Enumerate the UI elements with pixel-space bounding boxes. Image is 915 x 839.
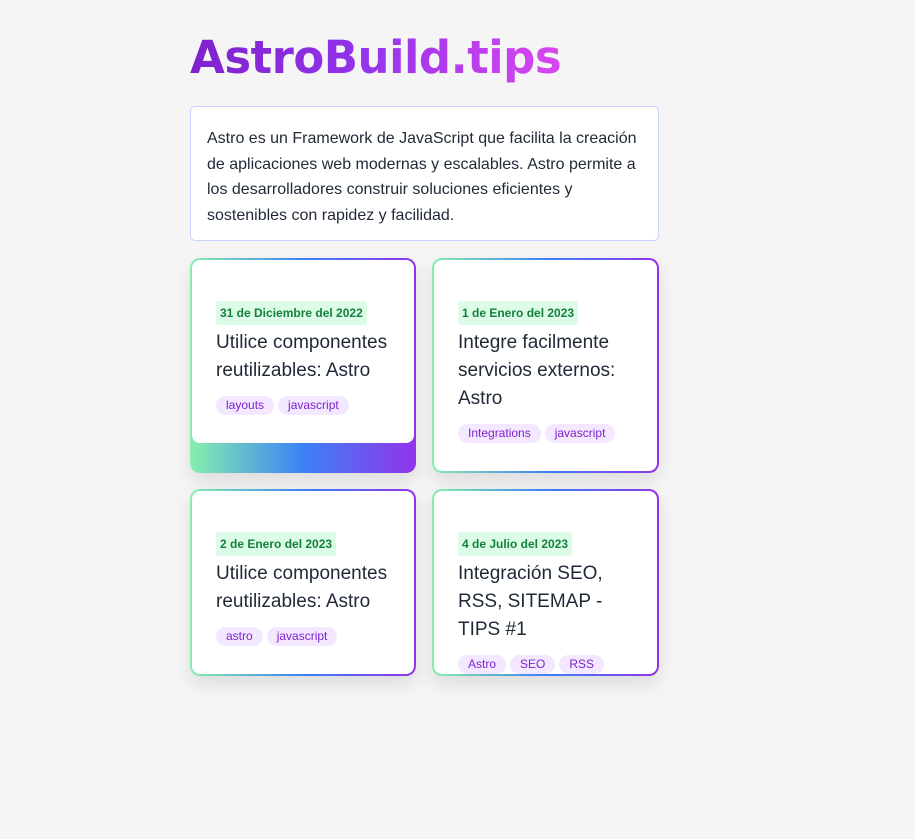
tag-pill[interactable]: Astro bbox=[458, 655, 507, 674]
post-date-badge: 31 de Diciembre del 2022 bbox=[216, 301, 367, 325]
post-date-badge: 4 de Julio del 2023 bbox=[458, 532, 573, 556]
tag-pill[interactable]: javascript bbox=[266, 627, 338, 646]
post-tags: astro javascript bbox=[216, 627, 390, 646]
post-title[interactable]: Integración SEO, RSS, SITEMAP - TIPS #1 bbox=[458, 560, 633, 644]
post-card[interactable]: 31 de Diciembre del 2022 Utilice compone… bbox=[190, 258, 416, 473]
tag-pill[interactable]: javascript bbox=[544, 424, 616, 443]
post-card[interactable]: 2 de Enero del 2023 Utilice componentes … bbox=[190, 489, 416, 676]
tag-pill[interactable]: RSS bbox=[559, 655, 605, 674]
site-title[interactable]: AstroBuild.tips bbox=[190, 30, 562, 86]
post-card-body: 2 de Enero del 2023 Utilice componentes … bbox=[192, 491, 414, 674]
tag-pill[interactable]: SEO bbox=[510, 655, 556, 674]
post-title[interactable]: Utilice componentes reutilizables: Astro bbox=[216, 560, 390, 616]
post-card[interactable]: 1 de Enero del 2023 Integre facilmente s… bbox=[432, 258, 659, 473]
post-tags: Astro SEO RSS bbox=[458, 655, 633, 674]
post-date-badge: 2 de Enero del 2023 bbox=[216, 532, 337, 556]
tag-pill[interactable]: astro bbox=[216, 627, 263, 646]
post-date-badge: 1 de Enero del 2023 bbox=[458, 301, 579, 325]
tag-pill[interactable]: Integrations bbox=[458, 424, 541, 443]
post-card-body: 4 de Julio del 2023 Integración SEO, RSS… bbox=[434, 491, 657, 674]
post-tags: layouts javascript bbox=[216, 396, 390, 415]
intro-text: Astro es un Framework de JavaScript que … bbox=[190, 106, 659, 241]
post-title[interactable]: Utilice componentes reutilizables: Astro bbox=[216, 329, 390, 385]
tag-pill[interactable]: layouts bbox=[216, 396, 275, 415]
tag-pill[interactable]: javascript bbox=[278, 396, 349, 415]
post-card-body: 1 de Enero del 2023 Integre facilmente s… bbox=[434, 260, 657, 471]
post-title[interactable]: Integre facilmente servicios externos: A… bbox=[458, 329, 633, 413]
post-card[interactable]: 4 de Julio del 2023 Integración SEO, RSS… bbox=[432, 489, 659, 676]
post-card-body: 31 de Diciembre del 2022 Utilice compone… bbox=[192, 260, 414, 443]
post-tags: Integrations javascript bbox=[458, 424, 633, 443]
